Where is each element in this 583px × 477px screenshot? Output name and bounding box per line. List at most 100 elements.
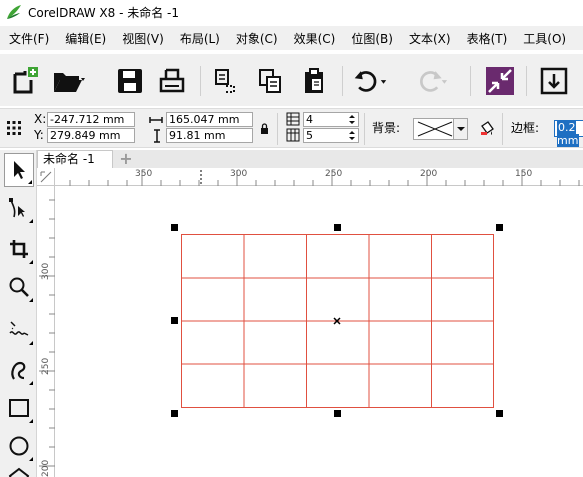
rows-spinner-icon[interactable] [347,113,357,129]
y-position-field[interactable]: 279.849 mm [47,128,135,143]
edit-fill-icon[interactable] [479,120,495,139]
crop-tool-button[interactable] [4,232,34,266]
brush-stroke-icon [11,361,26,380]
toolbar-separator [342,66,343,96]
print-button[interactable] [154,63,190,99]
x-position-field[interactable]: -247.712 mm [47,112,135,127]
background-color-dropdown[interactable] [413,118,468,140]
border-label: 边框: [511,121,540,135]
ellipse-icon [9,436,29,456]
ruler-label: 200 [41,459,51,477]
y-label: Y: [34,128,44,142]
chevron-down-icon[interactable] [453,119,467,139]
menu-layout[interactable]: 布局(L) [171,30,227,47]
freehand-icon [9,321,29,336]
columns-icon [286,128,300,145]
print-icon [159,68,185,93]
undo-button[interactable] [352,63,388,99]
flyout-arrow-icon [29,260,33,264]
ruler-label: 300 [230,169,248,179]
ruler-label: 150 [515,169,533,179]
toolbar-separator [470,66,471,96]
clipboard-icon [305,68,323,93]
drawing-canvas[interactable] [56,187,583,477]
shape-node-icon [9,198,25,218]
convert-button[interactable] [482,63,518,99]
selection-handle[interactable] [496,410,503,417]
freehand-tool-button[interactable] [4,313,34,347]
height-field[interactable]: 91.81 mm [166,128,253,143]
new-document-button[interactable] [6,63,42,99]
publish-pdf-button[interactable] [296,63,332,99]
undo-icon [354,71,387,92]
document-tab[interactable]: 未命名 -1 [37,150,113,168]
selection-handle[interactable] [171,224,178,231]
propbar-separator [364,113,365,145]
selection-handle[interactable] [171,410,178,417]
object-origin-icon[interactable] [6,120,22,139]
document-tab-bar: 未命名 -1 + [37,150,583,168]
ellipse-tool-button[interactable] [4,429,34,463]
zoom-tool-button[interactable] [4,270,34,304]
import-button[interactable] [208,63,244,99]
rectangle-tool-button[interactable] [4,391,34,425]
border-width-field[interactable]: 0.2 mm [554,120,583,147]
new-document-icon [13,67,38,94]
pick-tool-button[interactable] [4,153,34,187]
save-icon [118,69,142,93]
width-icon [149,114,163,128]
magnifier-icon [9,277,29,297]
ruler-label: 300 [41,262,51,280]
horizontal-ruler[interactable]: 350 300 250 200 150 [55,168,583,186]
convert-icon [486,67,514,95]
height-icon [152,129,162,146]
export-button[interactable] [252,63,288,99]
selection-handle[interactable] [334,224,341,231]
flyout-arrow-icon [29,381,33,385]
launch-button[interactable] [536,63,572,99]
add-tab-button[interactable]: + [118,151,134,167]
ruler-origin[interactable] [37,168,55,186]
flyout-arrow-icon [28,180,32,184]
menu-bitmaps[interactable]: 位图(B) [342,30,400,47]
menu-effects[interactable]: 效果(C) [285,30,343,47]
no-fill-icon [417,121,453,137]
ruler-label: 250 [41,357,51,375]
toolbar-separator [200,66,201,96]
selection-handle[interactable] [171,317,178,324]
menu-text[interactable]: 文本(X) [400,30,458,47]
shape-tool-button[interactable] [4,191,34,225]
save-button[interactable] [112,63,148,99]
open-button[interactable] [50,63,86,99]
rectangle-icon [9,399,29,417]
window-title: CorelDRAW X8 - 未命名 -1 [28,5,180,20]
redo-button[interactable] [412,63,448,99]
menu-tools[interactable]: 工具(O) [514,30,573,47]
menu-table[interactable]: 表格(T) [458,30,515,47]
ruler-label: 200 [420,169,438,179]
width-field[interactable]: 165.047 mm [166,112,253,127]
crop-icon [10,240,28,258]
menu-object[interactable]: 对象(C) [227,30,285,47]
selection-handle[interactable] [334,410,341,417]
table-object[interactable] [56,187,583,477]
menu-view[interactable]: 视图(V) [113,30,171,47]
flyout-arrow-icon [29,457,33,461]
columns-spinner-icon[interactable] [347,129,357,145]
artistic-media-tool-button[interactable] [4,353,34,387]
propbar-separator [502,113,503,145]
polygon-icon [8,467,30,477]
flyout-arrow-icon [29,298,33,302]
vertical-ruler[interactable]: 300 250 200 [37,186,55,477]
title-bar: CorelDRAW X8 - 未命名 -1 [0,0,583,24]
lock-ratio-icon[interactable] [260,123,269,137]
polygon-tool-button[interactable] [4,466,34,477]
coreldraw-logo-icon [6,4,22,20]
menu-edit[interactable]: 编辑(E) [56,30,113,47]
menu-file[interactable]: 文件(F) [0,30,56,47]
flyout-arrow-icon [29,341,33,345]
background-label: 背景: [372,121,401,135]
standard-toolbar [0,54,583,106]
property-bar: X: Y: -247.712 mm 279.849 mm 165.047 mm … [0,108,583,148]
selection-handle[interactable] [496,224,503,231]
